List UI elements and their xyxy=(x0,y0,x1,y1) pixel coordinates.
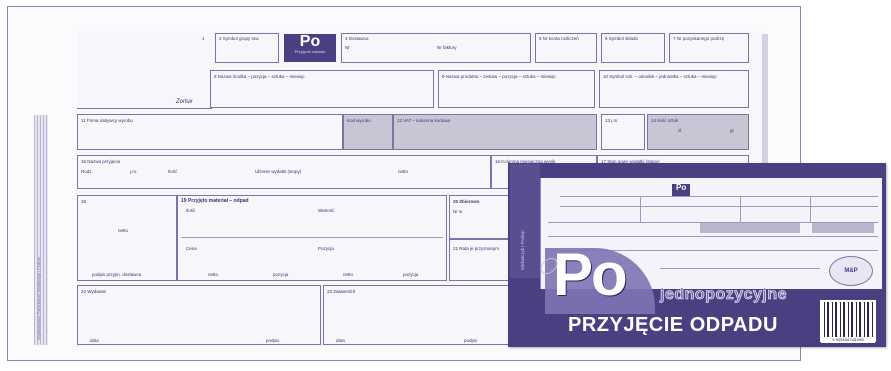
cover-vline-3 xyxy=(640,196,641,222)
cover-line-4 xyxy=(548,236,878,237)
field-22-foot2: podpis xyxy=(266,338,280,343)
field-19-foot1: netto xyxy=(208,272,219,277)
barcode xyxy=(820,300,876,342)
field-11-code-label: Kod wyrobu xyxy=(347,118,371,123)
field-11-label: 11 Firma nabywcy wyrobu xyxy=(81,118,133,123)
field-22-label: 22 Wydawał xyxy=(81,289,106,294)
row2-underline xyxy=(77,108,212,109)
cover-line-2 xyxy=(560,206,878,207)
spine-text: Wydawnictwo Papiernicze Michalczyk i Pro… xyxy=(36,257,41,340)
field-8-label: 8 Nazwa środka – pozycja – sztuka – mies… xyxy=(214,74,305,79)
field-4[interactable]: 4 Dostawca Nr Nr faktury xyxy=(341,33,531,63)
field-15-sub4: Ulżenie wydatki (stopy) xyxy=(255,169,302,174)
field-4-label: 4 Dostawca xyxy=(345,36,369,41)
field-9-label: 9 Nazwa produktu – zestaw – pozycja – sz… xyxy=(442,74,556,79)
field-15[interactable]: 15 Nazwa przyjęcia Rodz. j.m. Ilość Ulże… xyxy=(77,155,491,189)
field-19-label: 19 Przyjęto materiał – odpad xyxy=(181,198,249,204)
cover-vline-2 xyxy=(810,196,811,222)
field-12[interactable]: 12 VAT – kolumna kodowa xyxy=(393,114,597,150)
zorlux-label: Zorlux xyxy=(176,99,193,105)
field-6-label: 6 Symbol składu xyxy=(605,36,639,41)
field-10-label: 10 Symbol rob. – ośrodek – jednostka – s… xyxy=(603,74,717,79)
field-19-sub1: Ilość xyxy=(186,208,196,213)
field-19-divider xyxy=(181,237,443,238)
field-23[interactable]: 23 Zatwierdził data podpis xyxy=(323,285,509,345)
cover-left-strip xyxy=(510,164,540,278)
field-5-label: 5 Nr konta rozliczeń xyxy=(539,36,579,41)
field-19-foot4: pozycja xyxy=(403,272,419,277)
field-23-foot2: podpis xyxy=(464,338,478,343)
po-badge-big: Po xyxy=(299,33,321,50)
field-2[interactable]: 2 Symbol grupy tow. xyxy=(215,33,279,63)
po-badge: Po Przyjęcie odpadu xyxy=(284,34,336,62)
field-19-foot2: pozycja xyxy=(273,272,289,277)
field-7-label: 7 Nr pozyskanego podrzę xyxy=(673,36,725,41)
field-20-sub: Nr w xyxy=(453,209,463,214)
field-21-label: 21 Rata je przyznanym xyxy=(453,246,500,251)
cover-mini-po: Po xyxy=(676,183,687,192)
field-10[interactable]: 10 Symbol rob. – ośrodek – jednostka – s… xyxy=(599,70,749,108)
field-19[interactable]: 19 Przyjęto materiał – odpad Ilość Warto… xyxy=(177,195,447,281)
field-14-label: 14 Ilość sztuk xyxy=(651,118,679,123)
field-15-label: 15 Nazwa przyjęcia xyxy=(81,159,121,164)
field-15-sub3: Ilość xyxy=(168,169,178,174)
field-23-foot1: data xyxy=(336,338,345,343)
field-13-label: 13 j.m. xyxy=(605,118,619,123)
field-19-foot3: netto xyxy=(343,272,354,277)
cover-line-1 xyxy=(560,196,878,197)
field-1-label: 1 xyxy=(202,36,205,41)
cover-title: PRZYJĘCIE ODPADU xyxy=(568,314,778,336)
field-7[interactable]: 7 Nr pozyskanego podrzę xyxy=(669,33,749,63)
cover-gray-block-2 xyxy=(812,223,874,233)
field-23-label: 23 Zatwierdził xyxy=(327,289,355,294)
field-15-sub2: j.m. xyxy=(130,169,138,174)
cover-gray-block-1 xyxy=(700,223,800,233)
field-14-sub2: gr xyxy=(730,128,735,133)
field-13[interactable]: 13 j.m. xyxy=(601,114,645,150)
field-22[interactable]: 22 Wydawał data podpis xyxy=(77,285,321,345)
field-20-label: 20 Zbiorowo xyxy=(453,199,480,204)
field-19-sub3: Cena xyxy=(186,246,197,251)
barcode-number: 5 905184 031095 xyxy=(821,337,875,343)
field-22-foot1: data xyxy=(90,338,99,343)
field-18-label: 18 xyxy=(81,199,87,204)
field-15-sub5: netto xyxy=(398,169,409,174)
field-5[interactable]: 5 Nr konta rozliczeń xyxy=(535,33,597,63)
field-18[interactable]: 18 netto podpis przyjm. dostawca xyxy=(77,195,177,281)
field-12-label: 12 VAT – kolumna kodowa xyxy=(397,118,451,123)
field-14[interactable]: 14 Ilość sztuk zł gr xyxy=(647,114,749,150)
cover-vline-1 xyxy=(740,196,741,222)
field-19-sub4: Pozycja xyxy=(318,246,334,251)
field-18-sub: netto xyxy=(118,228,129,233)
cover-subtitle: jednopozycyjne xyxy=(660,286,788,304)
cover-big-po: Po xyxy=(553,241,628,308)
field-11[interactable]: 11 Firma nabywcy wyrobu xyxy=(77,114,343,150)
field-4-sub2: Nr faktury xyxy=(437,45,457,50)
cover-seal-logo: M&P xyxy=(829,256,873,286)
field-8[interactable]: 8 Nazwa środka – pozycja – sztuka – mies… xyxy=(210,70,434,108)
field-19-sub2: Wartość xyxy=(318,208,335,213)
field-14-sub1: zł xyxy=(678,128,682,133)
field-11-code[interactable]: Kod wyrobu xyxy=(343,114,393,150)
field-21[interactable]: 21 Rata je przyznanym xyxy=(449,239,509,281)
cover-side-text: Michalczyk i Prokop xyxy=(520,230,525,270)
field-18-foot: podpis przyjm. dostawca xyxy=(92,272,142,277)
cover-line-6 xyxy=(660,268,820,269)
field-4-sub1: Nr xyxy=(345,45,350,50)
field-2-label: 2 Symbol grupy tow. xyxy=(219,36,260,41)
field-20[interactable]: 20 Zbiorowo Nr w xyxy=(449,195,509,239)
field-15-sub1: Rodz. xyxy=(81,169,93,174)
po-badge-small: Przyjęcie odpadu xyxy=(294,49,326,54)
field-9[interactable]: 9 Nazwa produktu – zestaw – pozycja – sz… xyxy=(438,70,595,108)
field-6[interactable]: 6 Symbol składu xyxy=(601,33,665,63)
